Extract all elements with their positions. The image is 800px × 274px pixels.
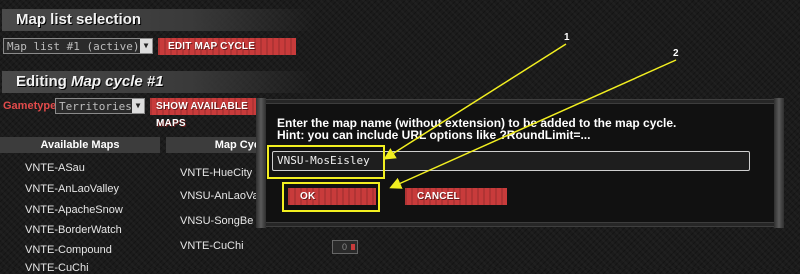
callout-1-label: 1 [564,32,570,43]
callout-1-arrow [383,43,567,160]
callout-2-label: 2 [673,48,679,59]
callout-2-arrow [389,59,677,189]
callout-arrows [383,43,677,189]
